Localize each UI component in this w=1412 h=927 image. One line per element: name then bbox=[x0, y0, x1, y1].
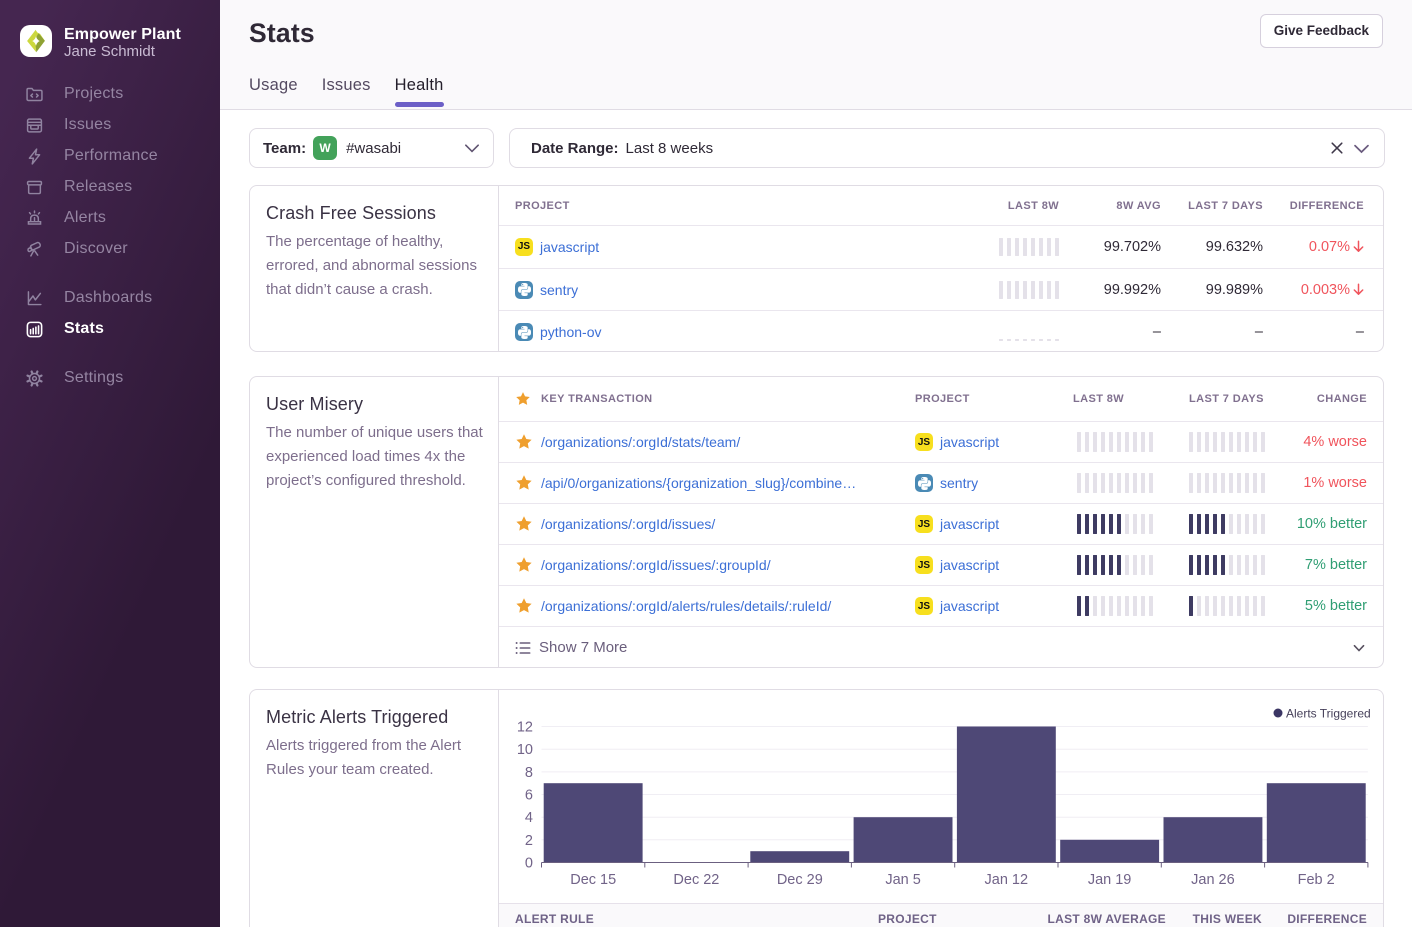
svg-text:6: 6 bbox=[525, 788, 533, 804]
svg-text:Jan 26: Jan 26 bbox=[1191, 872, 1235, 888]
svg-text:8: 8 bbox=[525, 765, 533, 781]
svg-text:10: 10 bbox=[517, 742, 533, 758]
svg-text:Jan 19: Jan 19 bbox=[1088, 872, 1132, 888]
svg-text:0: 0 bbox=[525, 856, 533, 872]
svg-text:2: 2 bbox=[525, 833, 533, 849]
svg-text:Jan 5: Jan 5 bbox=[885, 872, 920, 888]
svg-text:4: 4 bbox=[525, 810, 533, 826]
svg-text:Dec 22: Dec 22 bbox=[673, 872, 719, 888]
svg-text:12: 12 bbox=[517, 720, 533, 736]
svg-text:Alerts Triggered: Alerts Triggered bbox=[1286, 707, 1371, 721]
svg-text:Dec 29: Dec 29 bbox=[777, 872, 823, 888]
svg-text:Feb 2: Feb 2 bbox=[1298, 872, 1335, 888]
svg-text:Jan 12: Jan 12 bbox=[985, 872, 1029, 888]
svg-text:Dec 15: Dec 15 bbox=[570, 872, 616, 888]
